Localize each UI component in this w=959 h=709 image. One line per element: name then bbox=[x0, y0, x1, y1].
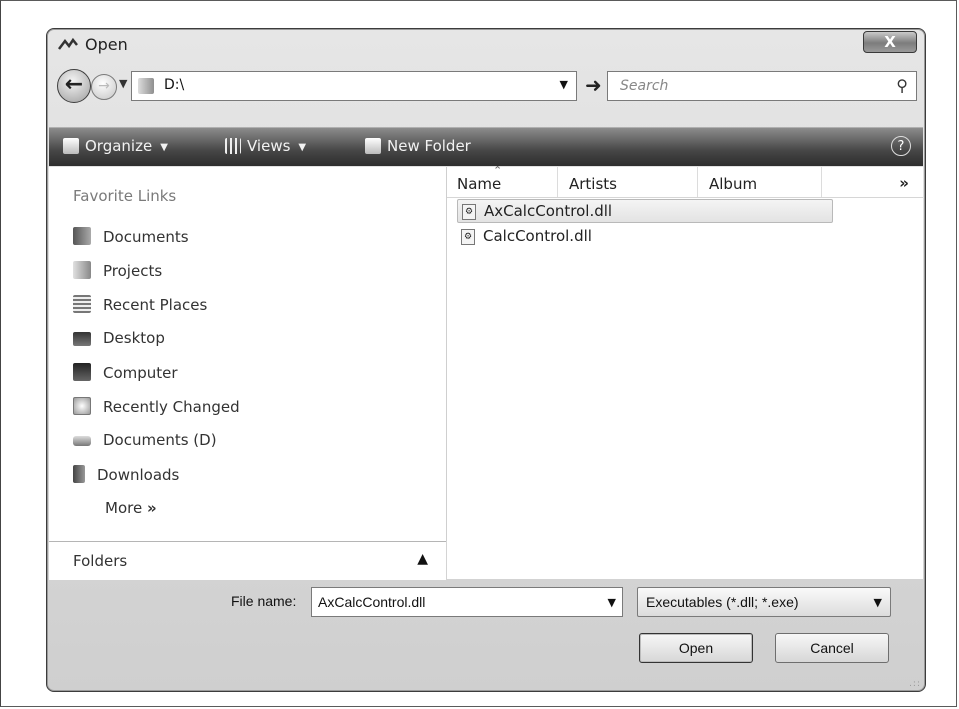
chevron-down-icon[interactable]: ▼ bbox=[608, 596, 616, 609]
organize-button[interactable]: Organize ▼ bbox=[63, 137, 168, 155]
column-divider[interactable] bbox=[697, 167, 698, 197]
drive-icon bbox=[73, 436, 91, 446]
file-type-select[interactable]: Executables (*.dll; *.exe) ▼ bbox=[637, 587, 891, 617]
cancel-button[interactable]: Cancel bbox=[775, 633, 889, 663]
column-divider[interactable] bbox=[821, 167, 822, 197]
sidebar-item-downloads[interactable]: Downloads bbox=[73, 465, 179, 489]
navigation-bar: ← → ▼ D:\ ▼ ➜ Search ⚲ bbox=[47, 65, 925, 105]
file-name: AxCalcControl.dll bbox=[484, 202, 613, 220]
favorite-links-heading: Favorite Links bbox=[73, 187, 177, 205]
desktop-icon bbox=[73, 332, 91, 346]
sort-ascending-icon: ⌃ bbox=[493, 164, 503, 177]
more-links-button[interactable]: More » bbox=[105, 499, 157, 517]
sidebar-item-label: Computer bbox=[103, 364, 178, 382]
dll-file-icon: ⚙ bbox=[461, 229, 475, 245]
organize-icon bbox=[63, 138, 79, 154]
open-dialog: Open X ← → ▼ D:\ ▼ ➜ Search ⚲ Organize ▼ … bbox=[46, 28, 926, 692]
file-row-selected[interactable]: ⚙ AxCalcControl.dll bbox=[457, 199, 833, 223]
folder-icon bbox=[138, 78, 154, 94]
command-toolbar: Organize ▼ Views ▼ New Folder ? bbox=[49, 127, 923, 166]
double-chevron-right-icon: » bbox=[146, 499, 157, 517]
more-columns-icon[interactable]: » bbox=[899, 174, 909, 192]
new-folder-icon bbox=[365, 138, 381, 154]
search-placeholder: Search bbox=[620, 78, 669, 94]
sidebar-item-recently-changed[interactable]: Recently Changed bbox=[73, 397, 240, 421]
sidebar-item-label: Recent Places bbox=[103, 296, 208, 314]
sidebar-item-documents[interactable]: Documents bbox=[73, 227, 189, 251]
app-icon bbox=[58, 37, 78, 50]
column-divider[interactable] bbox=[557, 167, 558, 197]
title-bar: Open X bbox=[47, 29, 925, 61]
new-folder-button[interactable]: New Folder bbox=[365, 137, 471, 155]
file-name-value: AxCalcControl.dll bbox=[318, 594, 426, 610]
column-album[interactable]: Album bbox=[709, 175, 757, 193]
sidebar-item-projects[interactable]: Projects bbox=[73, 261, 162, 285]
column-artists[interactable]: Artists bbox=[569, 175, 617, 193]
sidebar-item-label: Recently Changed bbox=[103, 398, 240, 416]
folders-label: Folders bbox=[73, 552, 128, 570]
views-button[interactable]: Views ▼ bbox=[225, 137, 306, 155]
sidebar-item-label: Desktop bbox=[103, 329, 165, 347]
views-icon bbox=[225, 138, 241, 154]
forward-arrow-icon: → bbox=[98, 78, 110, 94]
sidebar-item-desktop[interactable]: Desktop bbox=[73, 329, 165, 353]
file-row[interactable]: ⚙ CalcControl.dll bbox=[457, 225, 833, 249]
sidebar-item-label: Projects bbox=[103, 262, 163, 280]
help-button[interactable]: ? bbox=[891, 136, 911, 156]
new-folder-label: New Folder bbox=[387, 137, 471, 155]
more-label: More bbox=[105, 499, 143, 517]
address-bar[interactable]: D:\ ▼ bbox=[131, 71, 577, 101]
navigation-pane: Favorite Links Documents Projects Recent… bbox=[49, 167, 447, 541]
recent-places-icon bbox=[73, 295, 91, 313]
resize-grip-icon[interactable]: .:: bbox=[909, 679, 921, 689]
documents-icon bbox=[73, 227, 91, 245]
open-button[interactable]: Open bbox=[639, 633, 753, 663]
file-name: CalcControl.dll bbox=[483, 227, 592, 245]
chevron-down-icon: ▼ bbox=[873, 596, 882, 609]
downloads-icon bbox=[73, 465, 85, 483]
chevron-down-icon: ▼ bbox=[160, 142, 168, 153]
recent-pages-dropdown[interactable]: ▼ bbox=[119, 77, 127, 90]
chevron-up-icon: ▲ bbox=[417, 551, 428, 567]
dialog-footer: File name: AxCalcControl.dll ▼ Executabl… bbox=[47, 581, 925, 691]
file-type-value: Executables (*.dll; *.exe) bbox=[646, 594, 799, 610]
column-name[interactable]: Name bbox=[457, 175, 501, 193]
address-path: D:\ bbox=[164, 77, 185, 93]
back-button[interactable]: ← bbox=[57, 69, 91, 103]
dialog-title: Open bbox=[85, 35, 128, 54]
close-button[interactable]: X bbox=[863, 31, 917, 53]
dll-file-icon: ⚙ bbox=[462, 204, 476, 220]
sidebar-item-computer[interactable]: Computer bbox=[73, 363, 178, 387]
views-label: Views bbox=[247, 137, 291, 155]
sidebar-item-label: Documents bbox=[103, 228, 189, 246]
forward-button[interactable]: → bbox=[91, 74, 117, 100]
column-header: Name ⌃ Artists Album » bbox=[447, 164, 923, 198]
sidebar-item-label: Documents (D) bbox=[103, 431, 217, 449]
go-arrow-icon[interactable]: ➜ bbox=[585, 75, 602, 95]
search-input[interactable]: Search ⚲ bbox=[607, 71, 917, 101]
sidebar-item-recent-places[interactable]: Recent Places bbox=[73, 295, 207, 319]
file-list-pane: Name ⌃ Artists Album » ⚙ AxCalcControl.d… bbox=[447, 164, 923, 579]
file-name-input[interactable]: AxCalcControl.dll ▼ bbox=[311, 587, 623, 617]
chevron-down-icon[interactable]: ▼ bbox=[560, 78, 568, 91]
search-icon[interactable]: ⚲ bbox=[896, 76, 908, 95]
folder-icon bbox=[73, 261, 91, 279]
organize-label: Organize bbox=[85, 137, 153, 155]
sidebar-item-documents-d[interactable]: Documents (D) bbox=[73, 431, 217, 455]
back-arrow-icon: ← bbox=[64, 72, 84, 97]
chevron-down-icon: ▼ bbox=[298, 142, 307, 153]
recently-changed-icon bbox=[73, 397, 91, 415]
file-name-label: File name: bbox=[231, 593, 297, 609]
sidebar-item-label: Downloads bbox=[97, 466, 180, 484]
computer-icon bbox=[73, 363, 91, 381]
folders-toggle[interactable]: Folders ▲ bbox=[49, 541, 446, 580]
